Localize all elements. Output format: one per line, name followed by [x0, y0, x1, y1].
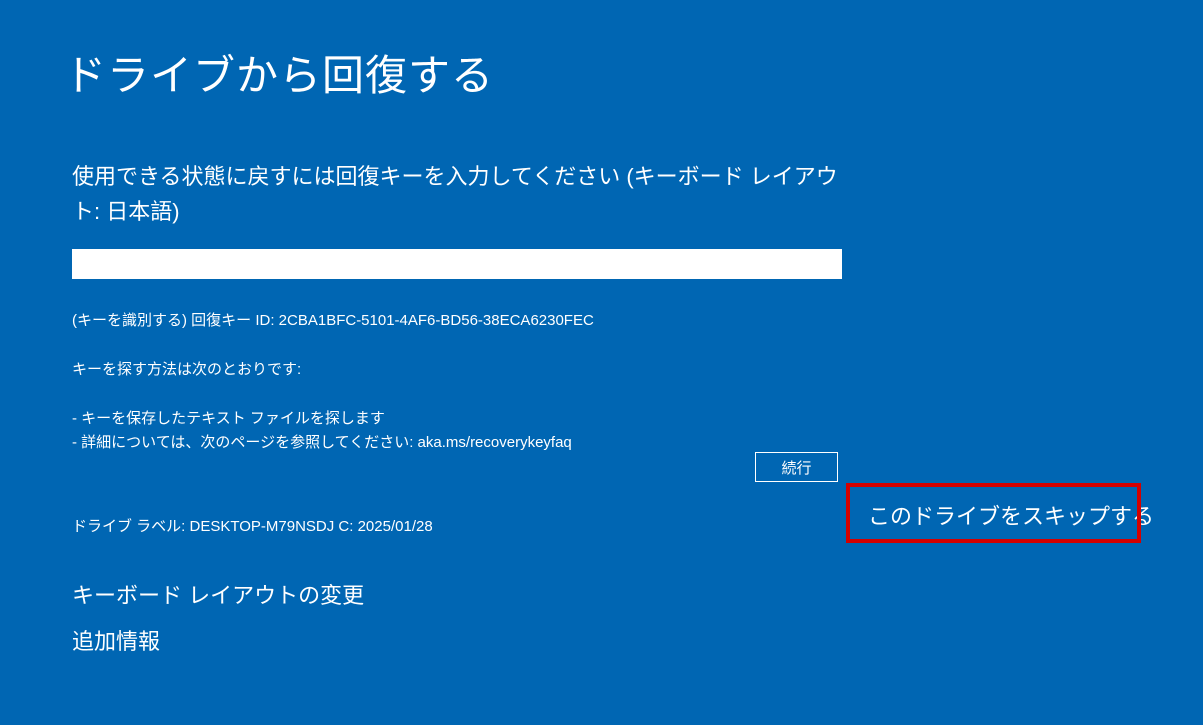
continue-button[interactable]: 続行: [755, 452, 838, 482]
find-key-intro: キーを探す方法は次のとおりです:: [72, 358, 1131, 379]
help-line: - 詳細については、次のページを参照してください: aka.ms/recover…: [72, 431, 1131, 455]
help-line: - キーを保存したテキスト ファイルを探します: [72, 407, 1131, 431]
skip-drive-link[interactable]: このドライブをスキップする: [860, 495, 1162, 535]
help-list: - キーを保存したテキスト ファイルを探します - 詳細については、次のページを…: [72, 407, 1131, 455]
change-keyboard-layout-link[interactable]: キーボード レイアウトの変更: [72, 578, 1131, 610]
more-info-link[interactable]: 追加情報: [72, 624, 1131, 656]
recovery-key-id: (キーを識別する) 回復キー ID: 2CBA1BFC-5101-4AF6-BD…: [72, 309, 1131, 330]
recovery-key-input[interactable]: [72, 249, 842, 279]
page-title: ドライブから回復する: [0, 0, 1203, 103]
prompt-text: 使用できる状態に戻すには回復キーを入力してください (キーボード レイアウト: …: [72, 159, 862, 229]
